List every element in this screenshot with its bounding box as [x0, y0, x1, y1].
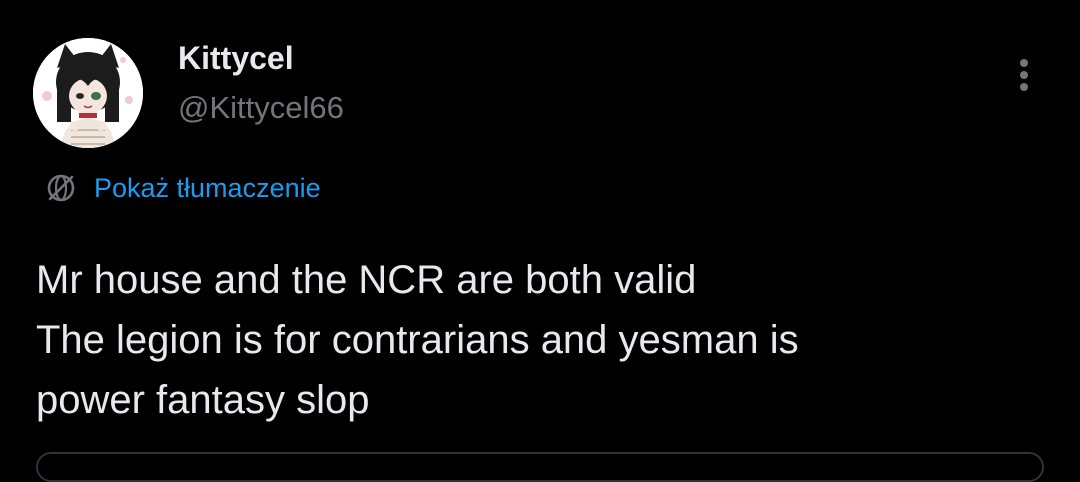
- show-translation-link[interactable]: Pokaż tłumaczenie: [44, 168, 321, 208]
- tweet-text-line: The legion is for contrarians and yesman…: [36, 318, 799, 362]
- author-name[interactable]: Kittycel: [178, 40, 294, 76]
- translate-globe-icon: [47, 174, 75, 202]
- anime-catgirl-avatar-icon: [33, 38, 143, 148]
- author-handle[interactable]: @Kittycel66: [178, 90, 344, 126]
- avatar[interactable]: [33, 38, 143, 148]
- embedded-card-edge[interactable]: [36, 452, 1044, 482]
- more-button[interactable]: [1004, 50, 1044, 100]
- tweet-text-line: Mr house and the NCR are both valid: [36, 258, 697, 302]
- show-translation-label: Pokaż tłumaczenie: [94, 172, 321, 203]
- tweet-text: Mr house and the NCR are both valid The …: [36, 250, 1046, 430]
- tweet-container: Kittycel @Kittycel66 Pokaż tłumaczenie M…: [0, 0, 1080, 482]
- tweet-text-line: power fantasy slop: [36, 378, 370, 422]
